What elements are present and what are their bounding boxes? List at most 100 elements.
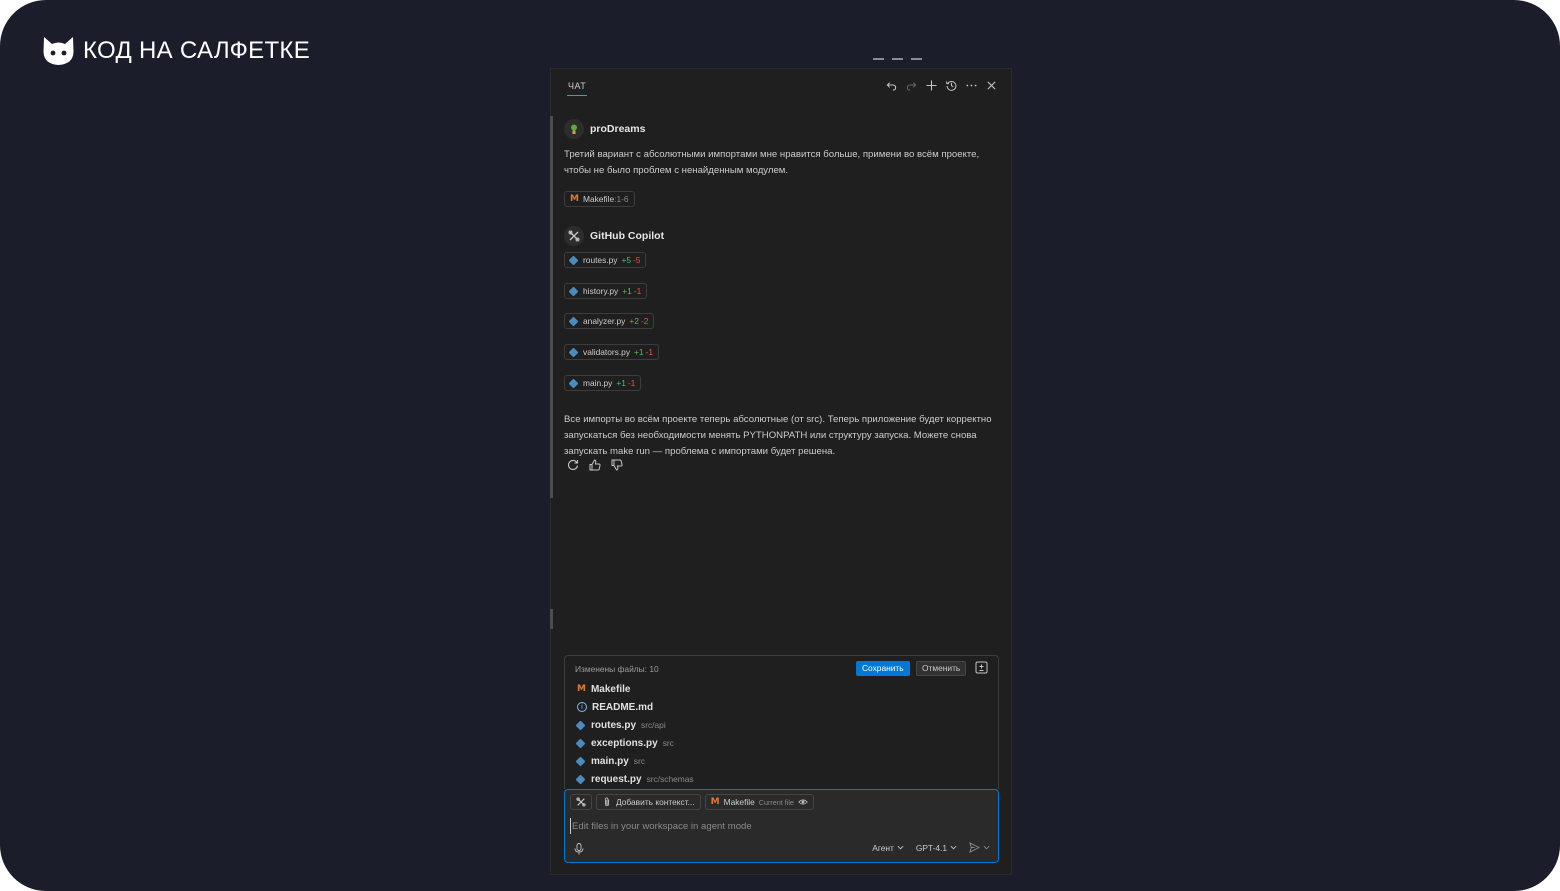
makefile-icon: M (577, 684, 586, 694)
edit-removed: -1 (645, 347, 654, 357)
makefile-icon: M (710, 797, 720, 807)
file-name: request.py (591, 773, 642, 785)
list-item[interactable]: M Makefile (577, 680, 694, 698)
list-item[interactable]: routes.py src/api (575, 716, 694, 734)
scrollbar-marker (550, 609, 553, 629)
reference-range: :1-6 (614, 194, 629, 204)
edit-file-name: history.py (583, 286, 619, 296)
file-name: Makefile (590, 683, 631, 695)
edit-added: +1 (616, 378, 626, 388)
assistant-author-name: GitHub Copilot (590, 230, 665, 242)
tab-chat[interactable]: ЧАТ (567, 75, 588, 96)
cat-logo-icon (43, 37, 74, 65)
chat-input-box: Добавить контекст... M Makefile Current … (564, 789, 999, 863)
python-icon (575, 774, 586, 784)
chevron-down-icon (983, 845, 990, 850)
window-drag-handle[interactable] (873, 58, 922, 60)
close-icon[interactable] (986, 80, 997, 91)
makefile-icon: M (570, 194, 579, 204)
python-icon (575, 738, 586, 748)
add-context-button[interactable]: Добавить контекст... (596, 794, 701, 810)
file-path: src (662, 738, 674, 748)
edit-file-name: routes.py (583, 255, 618, 265)
chat-input[interactable] (570, 818, 990, 834)
thumbs-up-icon[interactable] (589, 459, 601, 471)
tools-button[interactable] (570, 794, 592, 810)
list-item[interactable]: i README.md (577, 698, 694, 716)
user-message-header: proDreams (564, 119, 997, 139)
edit-chip-4[interactable]: main.py +1 -1 (564, 375, 642, 391)
redo-icon[interactable] (906, 80, 917, 91)
open-diff-icon[interactable] (975, 661, 988, 674)
model-label: GPT-4.1 (915, 842, 947, 853)
changed-files-list: M Makefile i README.md routes.py src/api ex… (575, 680, 694, 788)
tools-icon (576, 797, 586, 807)
python-icon (568, 347, 579, 357)
microphone-icon[interactable] (574, 843, 584, 855)
edit-added: +1 (622, 286, 632, 296)
send-button[interactable] (969, 842, 990, 853)
history-icon[interactable] (946, 80, 957, 91)
file-name: README.md (592, 701, 654, 713)
assistant-message-header: GitHub Copilot (564, 226, 997, 246)
makefile-reference-chip[interactable]: M Makefile:1-6 (564, 191, 635, 207)
brand-name: КОД НА САЛФЕТКЕ (83, 37, 311, 64)
edit-added: +5 (621, 255, 632, 265)
current-file-chip[interactable]: M Makefile Current file (704, 794, 814, 810)
python-icon (568, 255, 579, 265)
edit-file-name: main.py (583, 378, 613, 388)
file-name: main.py (591, 755, 629, 767)
edit-chip-1[interactable]: history.py +1 -1 (564, 283, 648, 299)
send-icon (969, 842, 980, 853)
retry-icon[interactable] (567, 459, 579, 471)
cancel-button[interactable]: Отменить (916, 661, 967, 676)
assistant-message-text: Все импорты во всём проекте теперь абсол… (564, 414, 992, 457)
edit-chip-2[interactable]: analyzer.py +2 -2 (564, 313, 655, 329)
reference-file-name: Makefile (582, 194, 615, 204)
model-dropdown[interactable]: GPT-4.1 (916, 843, 957, 853)
add-context-label: Добавить контекст... (616, 797, 695, 807)
chat-panel: ЧАТ proDreams Третий вариант с абсолютны… (550, 68, 1012, 875)
user-author-name: proDreams (590, 123, 646, 135)
file-name: routes.py (591, 719, 637, 731)
assistant-message: Все импорты во всём проекте теперь абсол… (564, 404, 997, 460)
undo-icon[interactable] (886, 80, 897, 91)
user-message-text: Третий вариант с абсолютными импортами м… (564, 149, 980, 176)
assistant-message-header-wrap: GitHub Copilot (564, 226, 997, 246)
chat-header: ЧАТ (551, 69, 1011, 101)
list-item[interactable]: exceptions.py src (575, 734, 694, 752)
edit-removed: -1 (627, 378, 636, 388)
header-actions (886, 79, 997, 91)
chevron-down-icon (897, 845, 904, 850)
brand: КОД НА САЛФЕТКЕ (42, 36, 310, 66)
new-chat-plus-icon[interactable] (926, 79, 937, 91)
edit-chip-0[interactable]: routes.py +5 -5 (564, 252, 647, 268)
input-controls: Агент GPT-4.1 (872, 842, 990, 853)
tools-icon (568, 230, 580, 242)
python-icon (568, 286, 579, 296)
list-item[interactable]: request.py src/schemas (575, 770, 694, 788)
chevron-down-icon (950, 845, 957, 850)
edit-chip-3[interactable]: validators.py +1 -1 (564, 344, 660, 360)
edit-added: +2 (629, 316, 639, 326)
scrollbar[interactable] (550, 116, 553, 498)
save-button[interactable]: Сохранить (856, 661, 910, 676)
list-item[interactable]: main.py src (575, 752, 694, 770)
edit-removed: -5 (633, 255, 641, 265)
mode-dropdown[interactable]: Агент (872, 843, 904, 853)
file-name: exceptions.py (591, 737, 658, 749)
more-actions-icon[interactable] (966, 80, 977, 91)
user-avatar-icon (571, 124, 577, 134)
eye-icon[interactable] (798, 797, 808, 807)
user-message: proDreams Третий вариант с абсолютными и… (564, 119, 997, 207)
file-path: src/api (641, 720, 666, 730)
changed-files-panel: Изменены файлы: 10 Сохранить Отменить MM… (564, 655, 999, 789)
edit-added: +1 (634, 347, 644, 357)
input-context-bar: Добавить контекст... M Makefile Current … (570, 794, 814, 810)
user-avatar (564, 119, 584, 139)
thumbs-down-icon[interactable] (611, 459, 623, 471)
python-icon (568, 316, 579, 326)
edit-removed: -2 (640, 316, 649, 326)
current-file-name: Makefile (723, 797, 755, 807)
changed-files-title: Изменены файлы: 10 (575, 664, 659, 674)
